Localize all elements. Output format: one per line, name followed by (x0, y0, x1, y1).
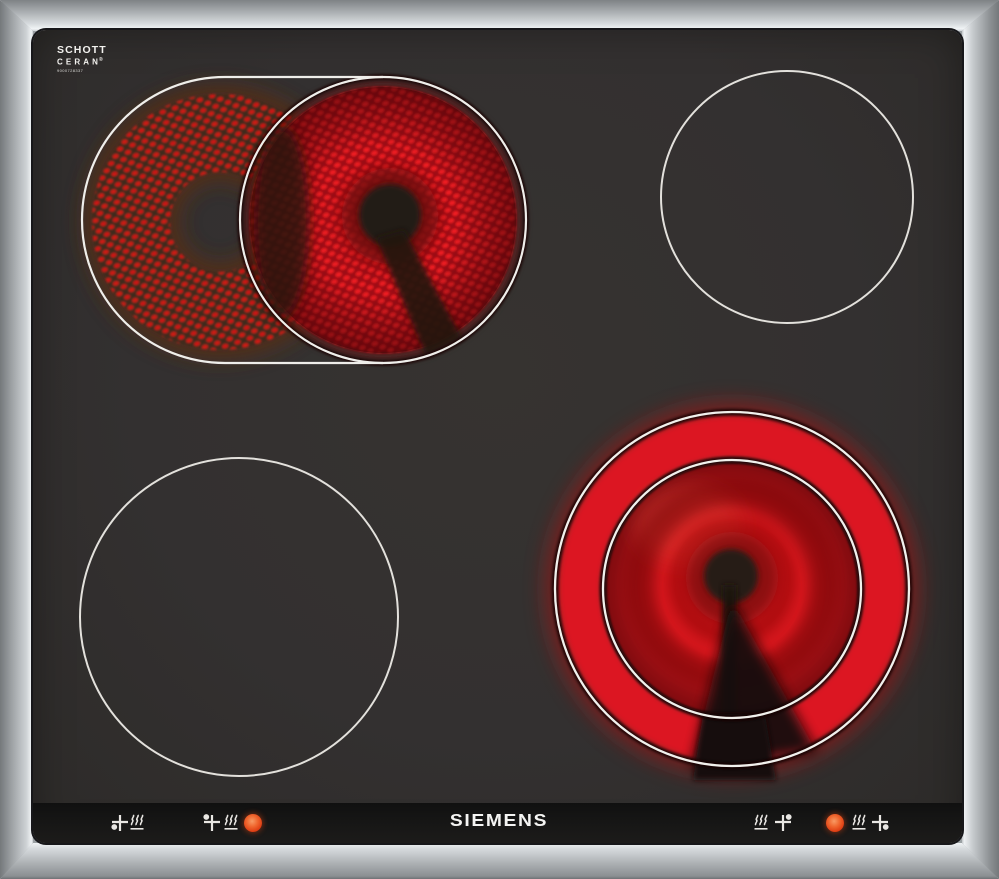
residual-heat-icon (851, 812, 867, 834)
residual-heat-icon (129, 812, 145, 834)
rear-left-power-led (244, 814, 262, 832)
zone-cross-dot-bottom-right-icon (869, 812, 891, 834)
schott-text: SCHOTT (57, 45, 107, 56)
registered-mark: ® (99, 57, 103, 63)
product-code: 9000728337 (57, 69, 107, 73)
schott-ceran-logo: SCHOTT CERAN® 9000728337 (57, 45, 107, 73)
zone-rear-right-outline (661, 71, 913, 323)
residual-heat-icon (753, 812, 769, 834)
zone-cross-dot-bottom-left-icon (109, 812, 131, 834)
zone-front-right-active (555, 412, 909, 780)
control-band: SIEMENS (33, 803, 962, 843)
zone-rear-left-active (82, 77, 526, 363)
front-right-power-led (826, 814, 844, 832)
frame-right-edge (962, 0, 999, 879)
zone-cross-dot-top-left-icon (201, 812, 223, 834)
siemens-logo: SIEMENS (422, 810, 576, 831)
frame-bottom-edge (0, 843, 999, 879)
frame-left-edge (0, 0, 33, 879)
cooktop-frame: SCHOTT CERAN® 9000728337 (0, 0, 999, 879)
cooking-zones-layer (33, 30, 962, 843)
cooktop-photo: SCHOTT CERAN® 9000728337 (0, 0, 999, 879)
ceran-text: CERAN® (57, 58, 107, 67)
zone-cross-dot-top-right-icon (772, 812, 794, 834)
zone-front-left-outline (80, 458, 398, 776)
residual-heat-icon (223, 812, 239, 834)
glass-surface: SCHOTT CERAN® 9000728337 (33, 30, 962, 843)
frame-top-edge (0, 0, 999, 31)
